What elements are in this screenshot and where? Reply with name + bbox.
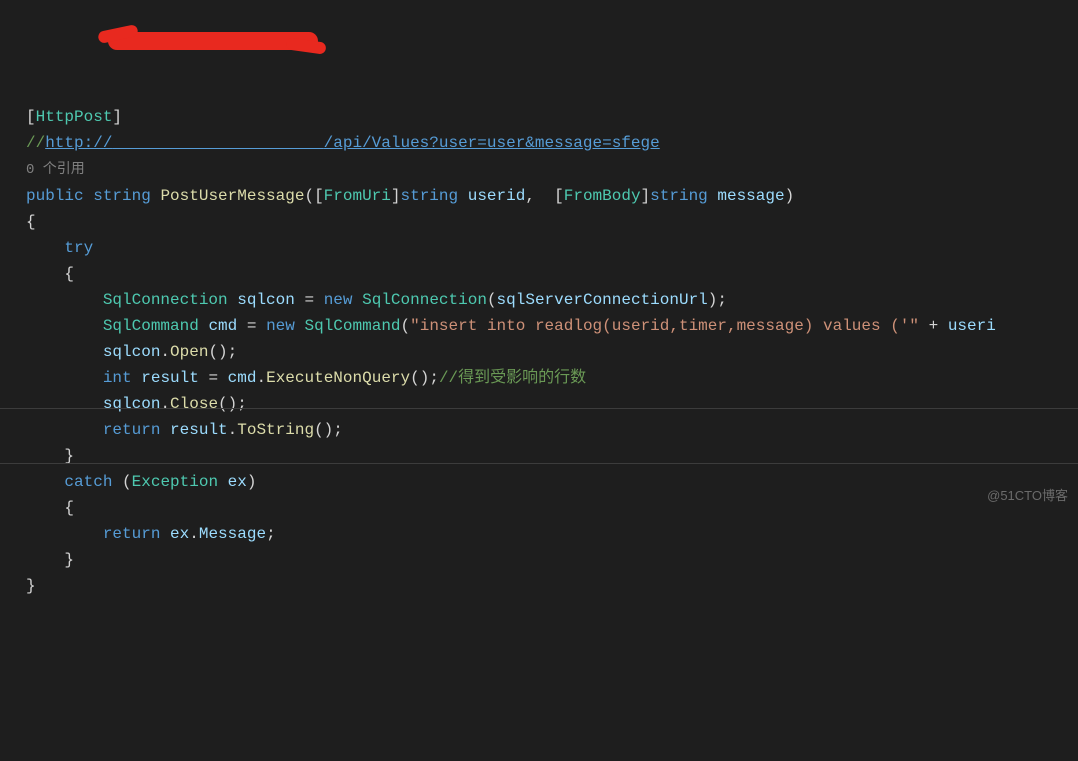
comment-url[interactable]: http:// /api/Values?user=user&message=sf… <box>45 134 660 152</box>
attribute: HttpPost <box>36 108 113 126</box>
redaction-mark <box>108 32 318 50</box>
watermark: @51CTO博客 <box>987 485 1068 504</box>
method-name: PostUserMessage <box>160 187 304 205</box>
code-editor[interactable]: [HttpPost] //http:// /api/Values?user=us… <box>0 72 1078 599</box>
codelens-references[interactable]: 0 个引用 <box>26 162 85 178</box>
inline-comment: //得到受影响的行数 <box>439 369 586 387</box>
comment-line: // <box>26 134 45 152</box>
